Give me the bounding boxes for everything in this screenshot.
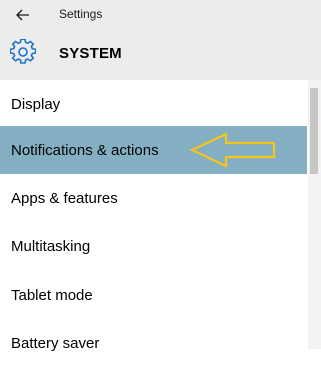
app-title: Settings (59, 7, 103, 21)
menu-item-battery-saver[interactable]: Battery saver (0, 319, 307, 367)
back-button[interactable] (10, 4, 36, 26)
menu-item-label: Notifications & actions (11, 141, 159, 159)
annotation-arrow (190, 132, 276, 168)
menu-item-apps-features[interactable]: Apps & features (0, 174, 307, 222)
menu-item-label: Multitasking (11, 237, 91, 255)
settings-menu: Display Notifications & actions Apps & f… (0, 80, 307, 352)
menu-item-label: Tablet mode (11, 286, 93, 304)
menu-item-display[interactable]: Display (0, 80, 307, 128)
gear-icon (10, 39, 36, 64)
settings-header: Settings SYSTEM (0, 0, 321, 80)
menu-item-label: Apps & features (11, 189, 118, 207)
back-arrow-icon (16, 9, 29, 21)
scrollbar-thumb[interactable] (310, 88, 318, 174)
title-bar: Settings (0, 0, 321, 30)
menu-item-multitasking[interactable]: Multitasking (0, 222, 307, 270)
menu-item-tablet-mode[interactable]: Tablet mode (0, 271, 307, 319)
menu-item-label: Display (11, 95, 61, 113)
section-title: SYSTEM (59, 45, 122, 62)
